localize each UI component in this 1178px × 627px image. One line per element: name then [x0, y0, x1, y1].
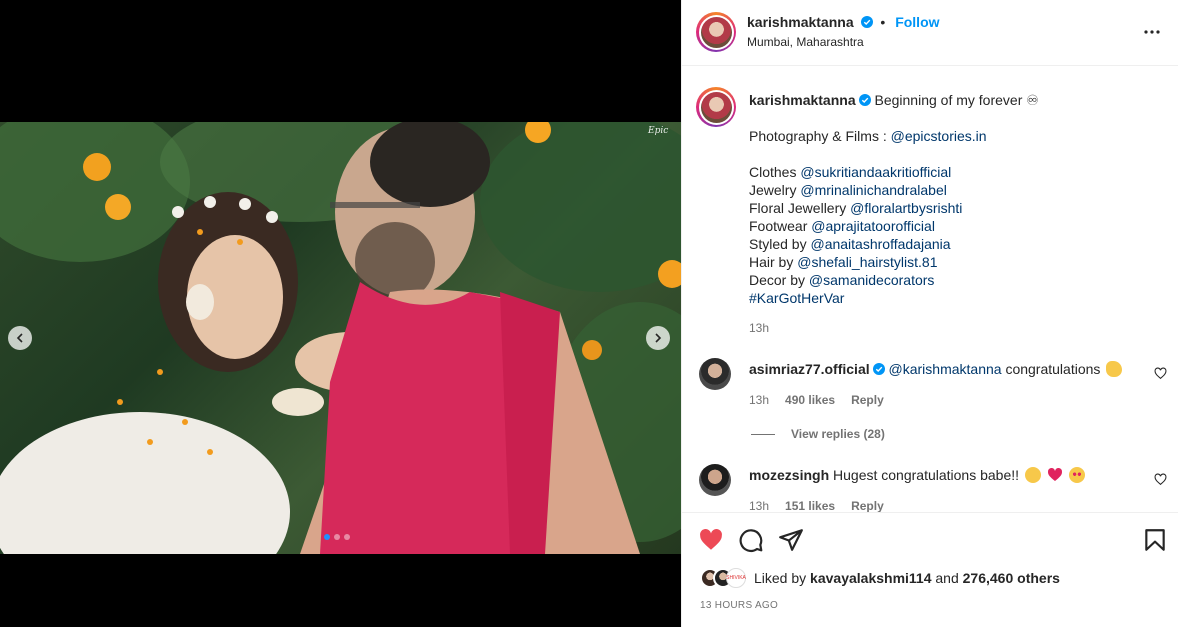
photo-credit-label: Photography & Films : [749, 128, 891, 144]
share-icon[interactable] [778, 527, 804, 553]
slide-indicator [324, 534, 350, 540]
post-header: karishmaktanna • Follow Mumbai, Maharash… [682, 0, 1178, 66]
avatar-image [700, 91, 732, 123]
credit-label: Footwear [749, 218, 812, 234]
credit-label: Hair by [749, 254, 798, 270]
credit-mention[interactable]: @mrinalinichandralabel [800, 182, 947, 198]
author-username[interactable]: karishmaktanna [747, 14, 854, 30]
post-timestamp[interactable]: 13 HOURS AGO [700, 600, 778, 611]
reply-button[interactable]: Reply [851, 393, 884, 407]
slide-dot [324, 534, 330, 540]
credit-mention[interactable]: @samanidecorators [809, 272, 935, 288]
caption-author-avatar[interactable] [696, 87, 736, 127]
chevron-right-icon [655, 333, 662, 343]
credit-mention[interactable]: @shefali_hairstylist.81 [797, 254, 937, 270]
liked-by-user[interactable]: kavayalakshmi114 [810, 570, 931, 586]
comment-icon[interactable] [738, 527, 764, 553]
follow-button[interactable]: Follow [895, 14, 939, 30]
likes-text: Liked by kavayalakshmi114 and 276,460 ot… [754, 570, 1060, 586]
credit-mention[interactable]: @sukritiandaakritiofficial [800, 164, 951, 180]
like-comment-icon[interactable] [1154, 473, 1167, 486]
comment-likes[interactable]: 151 likes [785, 499, 835, 512]
author-avatar[interactable] [696, 12, 736, 52]
star-struck-icon [1068, 467, 1085, 483]
comment-username[interactable]: mozezsingh [749, 467, 829, 483]
credit-label: Decor by [749, 272, 809, 288]
photo-illustration [0, 122, 681, 554]
caption-username[interactable]: karishmaktanna [749, 92, 856, 108]
replies-divider [751, 433, 775, 435]
comment-text: congratulations [1001, 361, 1101, 377]
post-details-panel: karishmaktanna • Follow Mumbai, Maharash… [681, 0, 1178, 627]
comment-likes[interactable]: 490 likes [785, 393, 835, 407]
separator-bullet: • [880, 14, 886, 30]
previous-slide-button[interactable] [8, 326, 32, 350]
comment-mention[interactable]: @karishmaktanna [889, 361, 1002, 377]
credit-label: Clothes [749, 164, 801, 180]
comment-body: mozezsingh Hugest congratulations babe!! [749, 467, 1085, 483]
hugging-face-icon [1024, 467, 1041, 483]
credit-label: Jewelry [749, 182, 801, 198]
photo-credit-mention[interactable]: @epicstories.in [891, 128, 987, 144]
next-slide-button[interactable] [646, 326, 670, 350]
comment-username[interactable]: asimriaz77.official [749, 361, 870, 377]
comment-time[interactable]: 13h [749, 499, 769, 512]
post-photo[interactable] [0, 122, 681, 554]
chevron-left-icon [16, 333, 23, 343]
liked-by-prefix: Liked by [754, 570, 811, 586]
hashtag-link[interactable]: #KarGotHerVar [749, 290, 844, 306]
credit-mention[interactable]: @anaitashroffadajania [810, 236, 950, 252]
comment-meta: 13h 490 likes Reply [749, 393, 884, 407]
media-viewer: Epic [0, 0, 681, 627]
comment-text: Hugest congratulations babe!! [833, 467, 1020, 483]
view-replies-label: View replies (28) [791, 427, 885, 441]
liked-by-count[interactable]: 276,460 others [963, 570, 1060, 586]
slide-dot [344, 534, 350, 540]
verified-badge-icon [858, 94, 871, 106]
liked-heart-icon[interactable] [698, 527, 724, 553]
comments-list[interactable]: karishmaktanna Beginning of my forever ♾… [682, 67, 1178, 512]
likes-summary[interactable]: SHIVIKA Liked by kavayalakshmi114 and 27… [700, 568, 1060, 588]
credit-label: Floral Jewellery [749, 200, 851, 216]
post-caption: karishmaktanna Beginning of my forever ♾… [749, 91, 1159, 307]
caption-timestamp[interactable]: 13h [749, 321, 769, 335]
more-options-icon[interactable] [1142, 22, 1162, 42]
post-actions-footer: SHIVIKA Liked by kavayalakshmi114 and 27… [682, 512, 1178, 627]
view-replies-button[interactable]: View replies (28) [751, 427, 885, 441]
slide-dot [334, 534, 340, 540]
comment-meta: 13h 151 likes Reply [749, 499, 884, 512]
clapping-hands-icon [1106, 361, 1123, 377]
commenter-avatar[interactable] [699, 358, 731, 390]
post-location[interactable]: Mumbai, Maharashtra [747, 35, 864, 49]
comment-body: asimriaz77.official @karishmaktanna cong… [749, 361, 1123, 377]
commenter-avatar[interactable] [699, 464, 731, 496]
credit-mention[interactable]: @floralartbysrishti [850, 200, 962, 216]
save-bookmark-icon[interactable] [1142, 527, 1168, 553]
liker-avatar: SHIVIKA [726, 568, 746, 588]
verified-badge-icon [860, 16, 873, 28]
avatar-image [700, 16, 732, 48]
verified-badge-icon [872, 363, 885, 375]
credit-label: Styled by [749, 236, 811, 252]
like-comment-icon[interactable] [1154, 367, 1167, 380]
red-heart-icon [1047, 467, 1062, 481]
credit-mention[interactable]: @aprajitatoorofficial [811, 218, 935, 234]
reply-button[interactable]: Reply [851, 499, 884, 512]
photo-watermark: Epic [648, 126, 669, 136]
comment-time[interactable]: 13h [749, 393, 769, 407]
caption-title: Beginning of my forever ♾ [874, 92, 1039, 108]
liked-by-and: and [931, 570, 963, 586]
